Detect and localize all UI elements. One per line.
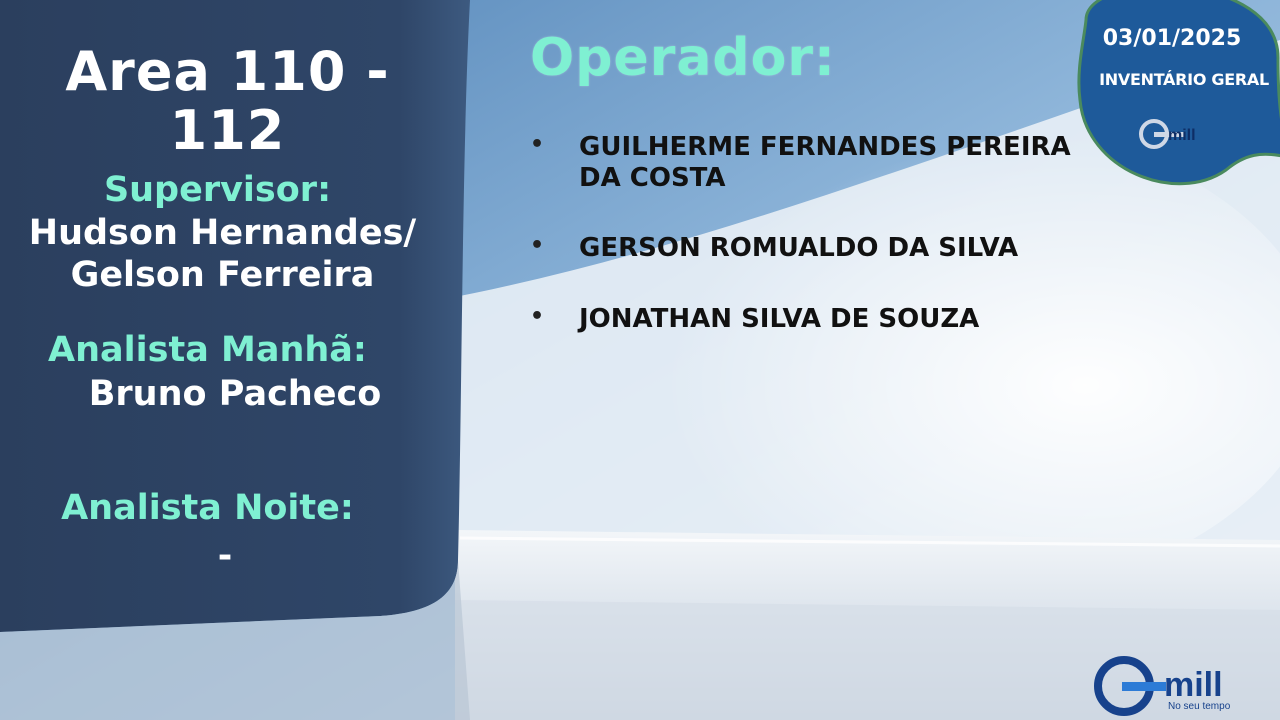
analista-manha-value: Bruno Pacheco (88, 374, 382, 414)
slide: Area 110 - 112 Supervisor: Hudson Hernan… (0, 0, 1280, 720)
brand-tagline: No seu tempo (1168, 701, 1231, 712)
badge-date: 03/01/2025 (1102, 26, 1242, 51)
bullet-icon: • (530, 303, 545, 329)
analista-noite-label: Analista Noite: (61, 488, 354, 528)
svg-text:mill: mill (1164, 666, 1223, 704)
badge-subtitle: INVENTÁRIO GERAL (1099, 70, 1269, 89)
supervisor-label: Supervisor: (103, 170, 332, 210)
gmill-logo-icon: mill (1139, 119, 1196, 149)
left-panel: Area 110 - 112 Supervisor: Hudson Hernan… (0, 0, 455, 620)
operador-name: GUILHERME FERNANDES PEREIRA DA COSTA (579, 132, 1071, 194)
analista-manha-label: Analista Manhã: (48, 330, 367, 370)
operador-name: JONATHAN SILVA DE SOUZA (579, 303, 980, 334)
bullet-icon: • (530, 132, 545, 157)
analista-noite-value: - (217, 536, 233, 576)
operador-heading: Operador: (530, 28, 836, 88)
operador-list: • GUILHERME FERNANDES PEREIRA DA COSTA •… (530, 132, 1090, 374)
operador-name: GERSON ROMUALDO DA SILVA (579, 233, 1019, 264)
supervisor-value: Hudson Hernandes/ Gelson Ferreira (28, 213, 417, 295)
area-title: Area 110 - 112 (65, 40, 390, 163)
operador-list-item: • JONATHAN SILVA DE SOUZA (530, 304, 1090, 335)
svg-text:mill: mill (1168, 127, 1196, 144)
operador-list-item: • GUILHERME FERNANDES PEREIRA DA COSTA (530, 132, 1090, 194)
bullet-icon: • (530, 233, 545, 259)
operador-list-item: • GERSON ROMUALDO DA SILVA (530, 233, 1090, 264)
